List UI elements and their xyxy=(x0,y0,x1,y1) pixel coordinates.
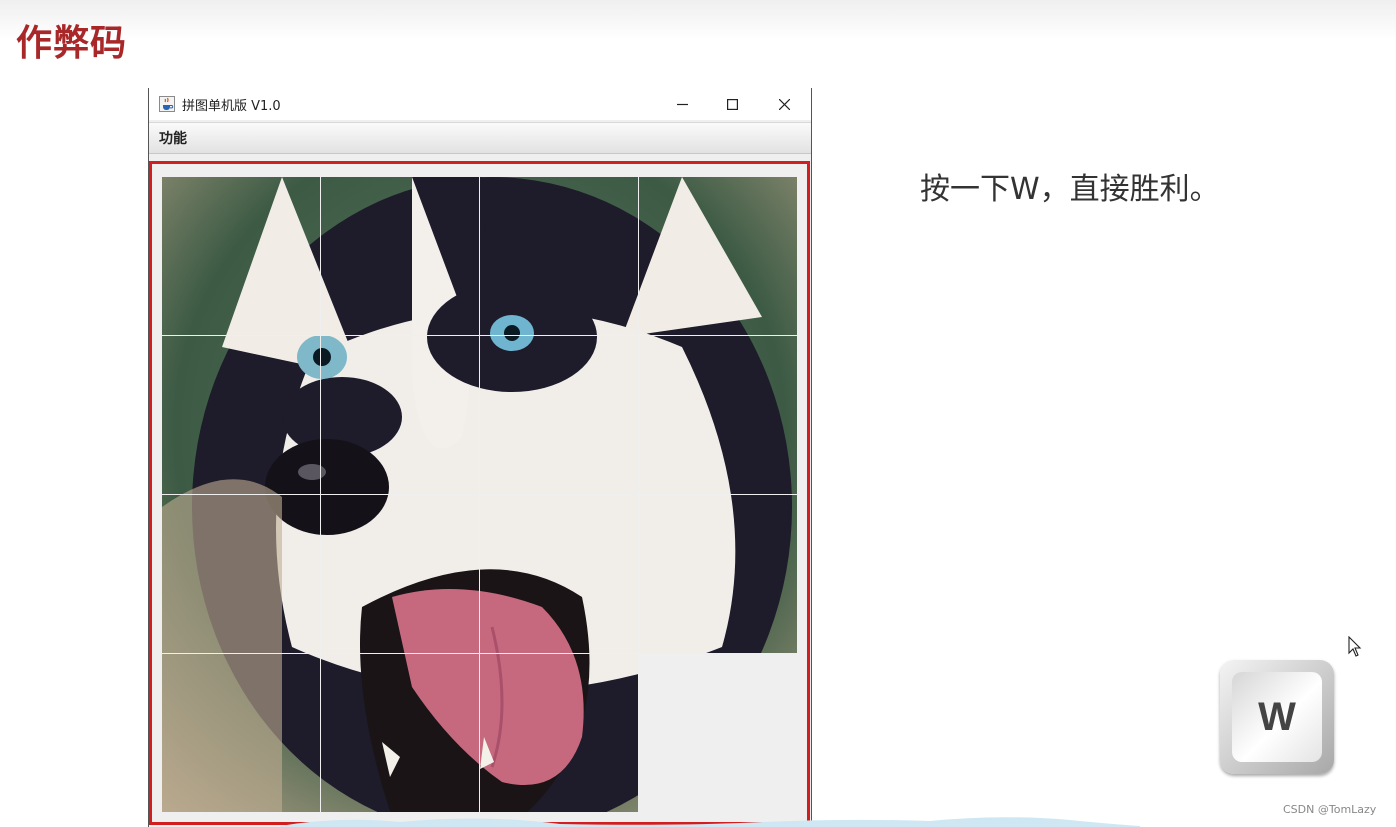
puzzle-tile[interactable] xyxy=(162,654,320,812)
puzzle-tile[interactable] xyxy=(162,336,320,494)
close-icon xyxy=(779,99,790,110)
menu-bar: 功能 xyxy=(149,122,811,154)
slide-title: 作弊码 xyxy=(16,23,128,64)
instruction-text: 按一下W，直接胜利。 xyxy=(920,172,1220,207)
husky-image-fragment xyxy=(480,336,638,494)
puzzle-tile[interactable] xyxy=(480,495,638,653)
minimize-button[interactable] xyxy=(659,88,705,120)
window-title: 拼图单机版 V1.0 xyxy=(182,99,281,114)
husky-image-fragment xyxy=(639,495,797,653)
minimize-icon xyxy=(677,103,688,106)
husky-image-fragment xyxy=(162,654,320,812)
title-bar[interactable]: 拼图单机版 V1.0 xyxy=(149,88,811,120)
decorative-wave xyxy=(280,817,1140,827)
husky-image-fragment xyxy=(480,177,638,335)
husky-image-fragment xyxy=(162,495,320,653)
puzzle-tile[interactable] xyxy=(162,495,320,653)
maximize-icon xyxy=(727,99,738,110)
puzzle-board[interactable] xyxy=(162,177,798,812)
maximize-button[interactable] xyxy=(709,88,755,120)
keyboard-key: W xyxy=(1220,660,1334,774)
puzzle-tile[interactable] xyxy=(162,177,320,335)
menu-function[interactable]: 功能 xyxy=(159,128,187,148)
java-cup-icon xyxy=(159,96,175,112)
key-cap: W xyxy=(1232,672,1322,762)
close-button[interactable] xyxy=(761,88,807,120)
puzzle-tile[interactable] xyxy=(321,654,479,812)
husky-image-fragment xyxy=(639,177,797,335)
husky-image-fragment xyxy=(480,495,638,653)
puzzle-tile[interactable] xyxy=(639,495,797,653)
husky-image-fragment xyxy=(480,654,638,812)
puzzle-tile[interactable] xyxy=(480,336,638,494)
empty-tile-slot xyxy=(639,654,798,812)
husky-image-fragment xyxy=(321,336,479,494)
mouse-cursor-icon xyxy=(1348,636,1362,657)
puzzle-tile[interactable] xyxy=(480,177,638,335)
puzzle-tile[interactable] xyxy=(639,177,797,335)
husky-image-fragment xyxy=(162,336,320,494)
husky-image-fragment xyxy=(321,654,479,812)
husky-image-fragment xyxy=(639,336,797,494)
husky-image-fragment xyxy=(321,177,479,335)
puzzle-tile[interactable] xyxy=(639,336,797,494)
puzzle-tile[interactable] xyxy=(321,177,479,335)
top-gradient xyxy=(0,0,1396,40)
puzzle-tile[interactable] xyxy=(480,654,638,812)
watermark: CSDN @TomLazy xyxy=(1283,803,1377,816)
husky-image-fragment xyxy=(162,177,320,335)
puzzle-tile[interactable] xyxy=(321,336,479,494)
key-label: W xyxy=(1258,694,1296,739)
puzzle-tile[interactable] xyxy=(321,495,479,653)
husky-image-fragment xyxy=(321,495,479,653)
